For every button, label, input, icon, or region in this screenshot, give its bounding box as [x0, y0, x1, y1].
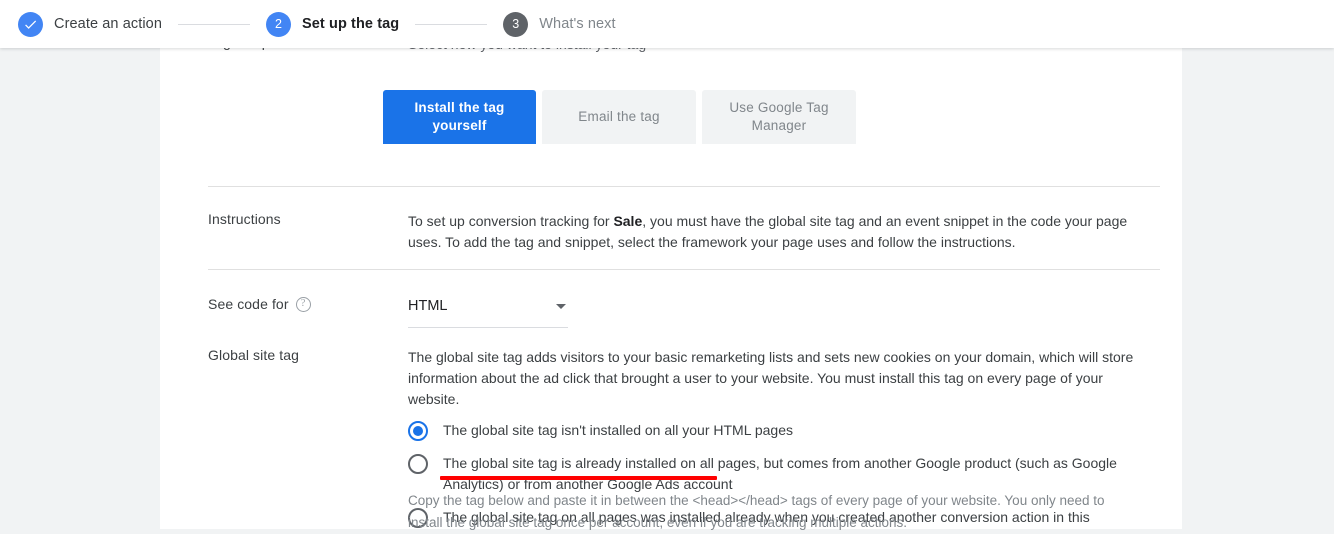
instructions-label: Instructions: [208, 211, 281, 227]
see-code-for-label-group: See code for ?: [208, 296, 408, 312]
divider-below-tabs: [208, 186, 1160, 187]
stepper-connector-1: [178, 23, 250, 25]
step-2-label: Set up the tag: [302, 16, 400, 32]
install-method-tabs: Install the tag yourself Email the tag U…: [383, 90, 856, 144]
code-framework-select[interactable]: HTML: [408, 296, 568, 328]
tag-setup-row: Tag setup Select how you want to install…: [160, 48, 1182, 55]
step-1-label: Create an action: [54, 16, 162, 32]
see-code-for-body: HTML: [408, 296, 1134, 328]
instructions-bold-term: Sale: [613, 213, 643, 229]
code-framework-selected-value: HTML: [408, 298, 448, 314]
step-2-badge: 2: [266, 11, 291, 37]
instructions-row: Instructions To set up conversion tracki…: [160, 211, 1182, 253]
tag-setup-label: Tag setup: [208, 48, 408, 50]
tab-use-google-tag-manager[interactable]: Use Google Tag Manager: [702, 90, 856, 144]
step-1-check-icon: [18, 11, 43, 37]
radio-option-installed-other-product[interactable]: The global site tag is already installed…: [408, 453, 1134, 495]
copy-tag-note: Copy the tag below and paste it in betwe…: [408, 493, 1105, 530]
tab-email-the-tag[interactable]: Email the tag: [542, 90, 696, 144]
annotation-red-underline: [440, 476, 717, 480]
see-code-for-row: See code for ? HTML: [160, 296, 1182, 328]
step-3-badge: 3: [503, 11, 529, 37]
divider-below-instructions: [208, 269, 1160, 270]
chevron-down-icon: [556, 304, 566, 309]
instructions-text-before: To set up conversion tracking for: [408, 213, 614, 229]
radio-option-not-installed-label: The global site tag isn't installed on a…: [443, 422, 794, 438]
step-set-up-the-tag[interactable]: 2 Set up the tag: [266, 11, 400, 37]
see-code-for-label: See code for: [208, 296, 289, 312]
tag-setup-subtitle: Select how you want to install your tag: [408, 48, 1134, 55]
tab-install-the-tag-yourself[interactable]: Install the tag yourself: [383, 90, 536, 144]
radio-option-not-installed[interactable]: The global site tag isn't installed on a…: [408, 420, 1134, 441]
stepper-header: Create an action 2 Set up the tag 3 What…: [0, 0, 1334, 48]
radio-icon-unchecked[interactable]: [408, 454, 428, 474]
radio-option-installed-other-product-label: The global site tag is already installed…: [443, 455, 1117, 492]
instructions-text: To set up conversion tracking for Sale, …: [408, 211, 1133, 253]
radio-icon-checked[interactable]: [408, 421, 428, 441]
step-whats-next[interactable]: 3 What's next: [503, 11, 616, 37]
step-3-label: What's next: [539, 16, 616, 32]
global-site-tag-label: Global site tag: [208, 347, 299, 363]
stepper-connector-2: [415, 23, 488, 25]
tag-setup-card: Tag setup Select how you want to install…: [160, 48, 1182, 529]
global-site-tag-description: The global site tag adds visitors to you…: [408, 349, 1134, 407]
step-create-an-action[interactable]: Create an action: [18, 11, 162, 37]
help-question-icon[interactable]: ?: [295, 296, 311, 312]
